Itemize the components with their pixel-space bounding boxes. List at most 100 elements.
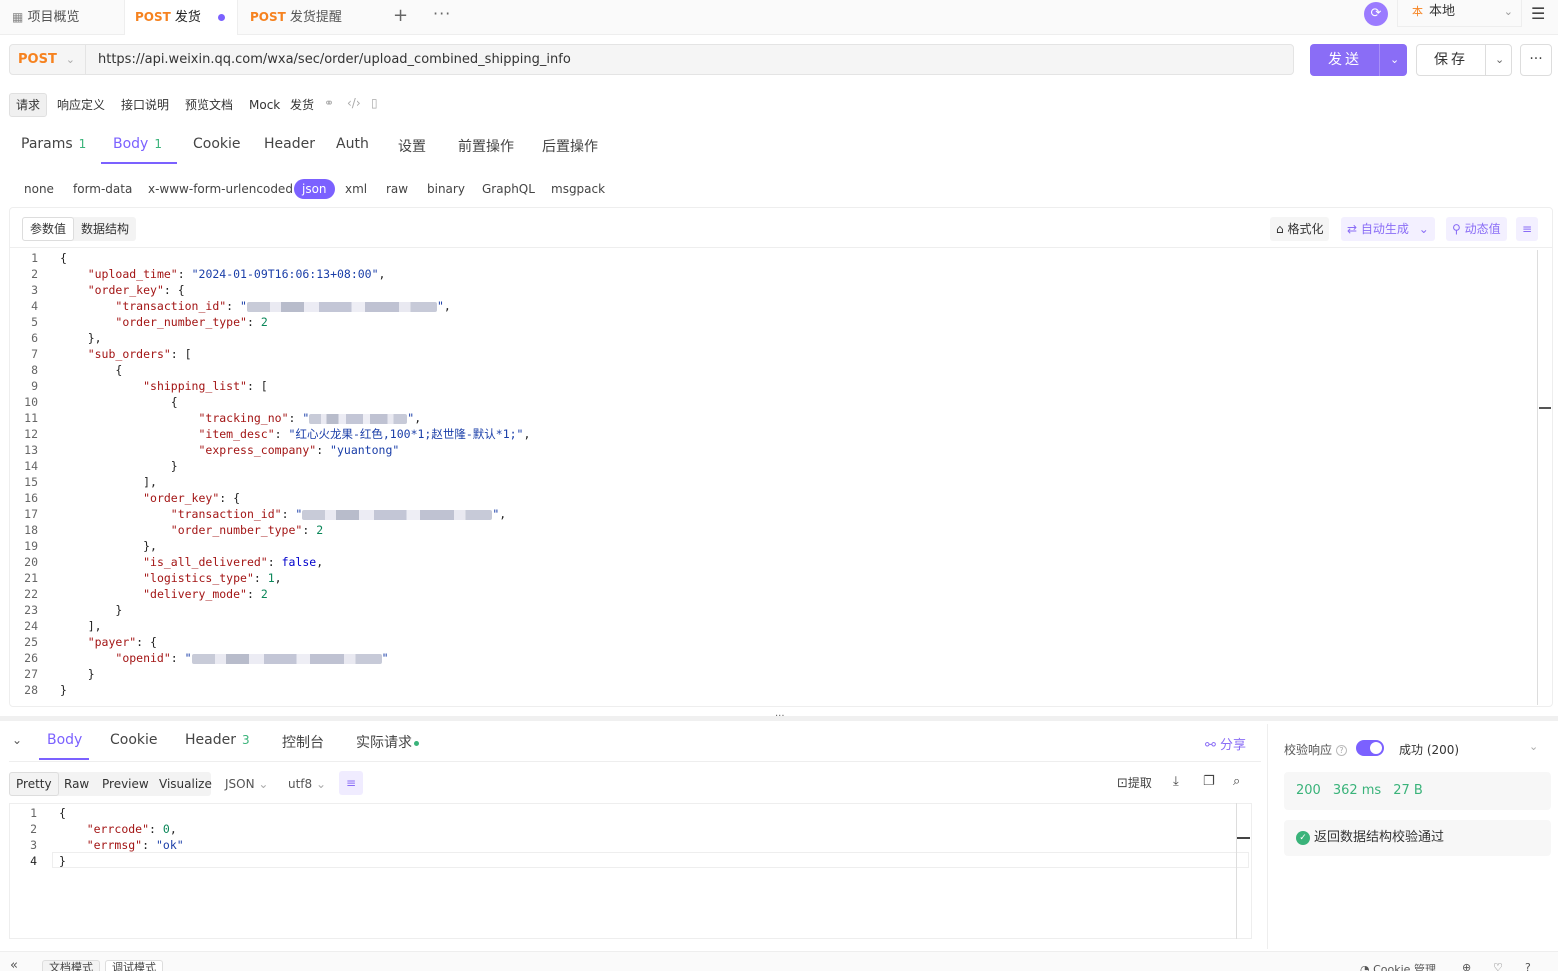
body-type-raw[interactable]: raw <box>386 179 408 199</box>
mode-values[interactable]: 参数值 <box>22 217 75 241</box>
doc-mode-tab[interactable]: 文档模式 <box>42 960 100 971</box>
method-select[interactable]: POST ⌄ <box>10 45 86 74</box>
validation-panel: 校验响应? 成功 (200) ⌄ 200 362 ms 27 B ✓ 返回数据结构校验… <box>1267 724 1558 949</box>
encoding-select[interactable]: utf8 ⌄ <box>288 772 326 796</box>
add-tab-icon[interactable]: + <box>393 5 408 26</box>
body-editor: 参数值 数据结构 ⌂ 格式化 ⇄ 自动生成 ⌄ ⚲ 动态值 ≡ 1{ 2 "upl… <box>9 207 1553 707</box>
share-button[interactable]: ⚯ 分享 <box>1205 734 1246 753</box>
unsaved-dot-icon <box>218 14 225 21</box>
share-icon: ⚯ <box>1205 738 1216 753</box>
url-input[interactable]: https://api.weixin.qq.com/wxa/sec/order/… <box>98 45 571 74</box>
validate-toggle[interactable] <box>1356 740 1384 756</box>
subtab-response-definition[interactable]: 响应定义 <box>57 93 105 117</box>
tab-settings[interactable]: 设置 <box>398 136 426 164</box>
help-icon[interactable]: ? <box>1525 961 1531 971</box>
tab-shipping[interactable]: POST 发货 <box>124 0 238 35</box>
view-visualize[interactable]: Visualize <box>159 772 212 796</box>
environment-select[interactable]: 本本地 ⌄ <box>1397 0 1522 27</box>
tab-bar: ▦ 项目概览 POST 发货 POST 发货提醒 + ··· ⟳ 本本地 ⌄ ☰ <box>0 0 1558 35</box>
tab-params[interactable]: Params 1 <box>21 136 86 164</box>
response-tab-cookie[interactable]: Cookie <box>110 732 158 760</box>
sync-icon[interactable]: ⟳ <box>1364 2 1388 26</box>
response-stats: 200 362 ms 27 B <box>1284 772 1551 810</box>
tab-pre-operations[interactable]: 前置操作 <box>458 136 514 164</box>
validate-response-label: 校验响应? <box>1284 741 1348 758</box>
body-type-binary[interactable]: binary <box>427 179 465 199</box>
tab-header[interactable]: Header <box>264 136 315 164</box>
body-type-urlencoded[interactable]: x-www-form-urlencoded <box>148 179 293 199</box>
send-button[interactable]: 发送 ⌄ <box>1310 44 1407 76</box>
format-button[interactable]: ⌂ 格式化 <box>1270 217 1330 241</box>
chevron-down-icon[interactable]: ⌄ <box>1390 44 1399 76</box>
format-select[interactable]: JSON ⌄ <box>225 772 268 796</box>
response-tab-body[interactable]: Body <box>39 732 89 760</box>
tab-project-overview[interactable]: ▦ 项目概览 <box>12 0 122 35</box>
extract-button[interactable]: ⊡提取 <box>1117 774 1152 791</box>
save-button[interactable]: 保存 ⌄ <box>1416 44 1512 76</box>
chevron-down-icon: ⌄ <box>1503 5 1513 18</box>
link-icon[interactable]: ⚭ <box>324 96 334 110</box>
search-icon[interactable]: ⌕ <box>1233 774 1240 789</box>
body-type-msgpack[interactable]: msgpack <box>551 179 605 199</box>
editor-mode-switch: 参数值 数据结构 <box>22 217 137 241</box>
validation-status-select[interactable]: 成功 (200) <box>1399 741 1459 758</box>
more-tabs-icon[interactable]: ··· <box>433 4 451 23</box>
response-size: 27 B <box>1393 783 1423 798</box>
tab-auth[interactable]: Auth <box>336 136 369 164</box>
more-options-button[interactable]: ··· <box>1520 44 1552 76</box>
grid-icon: ▦ <box>12 10 24 24</box>
wand-icon: ⚲ <box>1452 222 1461 236</box>
editor-scrollbar[interactable] <box>1537 250 1538 705</box>
view-preview[interactable]: Preview <box>102 772 149 796</box>
upload-icon[interactable]: ⊕ <box>1462 961 1471 971</box>
response-tab-actual-request[interactable]: 实际请求 <box>356 732 419 760</box>
mode-schema[interactable]: 数据结构 <box>74 217 136 241</box>
tab-shipping-reminder[interactable]: POST 发货提醒 <box>240 0 380 35</box>
response-scrollbar[interactable] <box>1236 803 1237 939</box>
response-tab-header[interactable]: Header 3 <box>185 732 250 760</box>
subtab-request[interactable]: 请求 <box>9 93 48 117</box>
help-icon: ? <box>1336 745 1348 756</box>
subtab-api-description[interactable]: 接口说明 <box>121 93 169 117</box>
tab-cookie[interactable]: Cookie <box>193 136 241 164</box>
status-bar: « 文档模式 调试模式 ◔ Cookie 管理 ⊕ ♡ ? <box>0 951 1558 971</box>
tab-body[interactable]: Body 1 <box>101 136 177 164</box>
body-type-graphql[interactable]: GraphQL <box>482 179 535 199</box>
body-type-xml[interactable]: xml <box>345 179 367 199</box>
subtab-preview-doc[interactable]: 预览文档 <box>185 93 233 117</box>
cookie-manager-button[interactable]: ◔ Cookie 管理 <box>1360 961 1436 971</box>
hamburger-menu-icon[interactable]: ☰ <box>1531 4 1545 23</box>
collapse-sidebar-icon[interactable]: « <box>10 958 18 971</box>
check-circle-icon: ✓ <box>1296 830 1310 845</box>
dynamic-value-button[interactable]: ⚲ 动态值 <box>1446 217 1507 241</box>
response-time: 362 ms <box>1332 783 1382 798</box>
body-type-form-data[interactable]: form-data <box>73 179 132 199</box>
wrap-icon[interactable]: ≡ <box>1516 217 1539 241</box>
chevron-down-icon[interactable]: ⌄ <box>1419 222 1429 236</box>
subtab-mock[interactable]: Mock <box>249 93 280 117</box>
body-type-none[interactable]: none <box>24 179 54 199</box>
refresh-icon: ⇄ <box>1347 222 1358 236</box>
chevron-down-icon[interactable]: ⌄ <box>1495 45 1504 75</box>
heart-icon[interactable]: ♡ <box>1493 961 1503 971</box>
copy-icon[interactable]: ❐ <box>1203 774 1215 789</box>
wrap-lines-icon[interactable]: ≡ <box>339 771 363 795</box>
collapse-response-icon[interactable]: ⌄ <box>12 733 22 747</box>
panel-icon[interactable]: ▯ <box>371 96 378 110</box>
view-raw[interactable]: Raw <box>64 772 89 796</box>
response-code[interactable]: 1{ 2 "errcode": 0, 3 "errmsg": "ok" 4} <box>9 805 1229 875</box>
response-tab-console[interactable]: 控制台 <box>282 732 324 760</box>
cookie-icon: ◔ <box>1360 963 1370 971</box>
subtab-name: 发货 <box>290 98 315 112</box>
extract-icon: ⊡ <box>1117 776 1128 791</box>
auto-generate-button[interactable]: ⇄ 自动生成 ⌄ <box>1341 217 1435 241</box>
tab-post-operations[interactable]: 后置操作 <box>542 136 598 164</box>
code-icon[interactable]: ‹/› <box>347 96 361 110</box>
chevron-down-icon[interactable]: ⌄ <box>1529 740 1538 753</box>
debug-mode-tab[interactable]: 调试模式 <box>105 960 163 971</box>
view-pretty[interactable]: Pretty <box>9 772 59 796</box>
download-icon[interactable]: ⤓ <box>1173 774 1179 789</box>
drag-handle-icon[interactable]: ··· <box>775 711 785 722</box>
body-type-json[interactable]: json <box>294 179 335 199</box>
schema-validation-result: ✓ 返回数据结构校验通过 <box>1284 820 1551 856</box>
